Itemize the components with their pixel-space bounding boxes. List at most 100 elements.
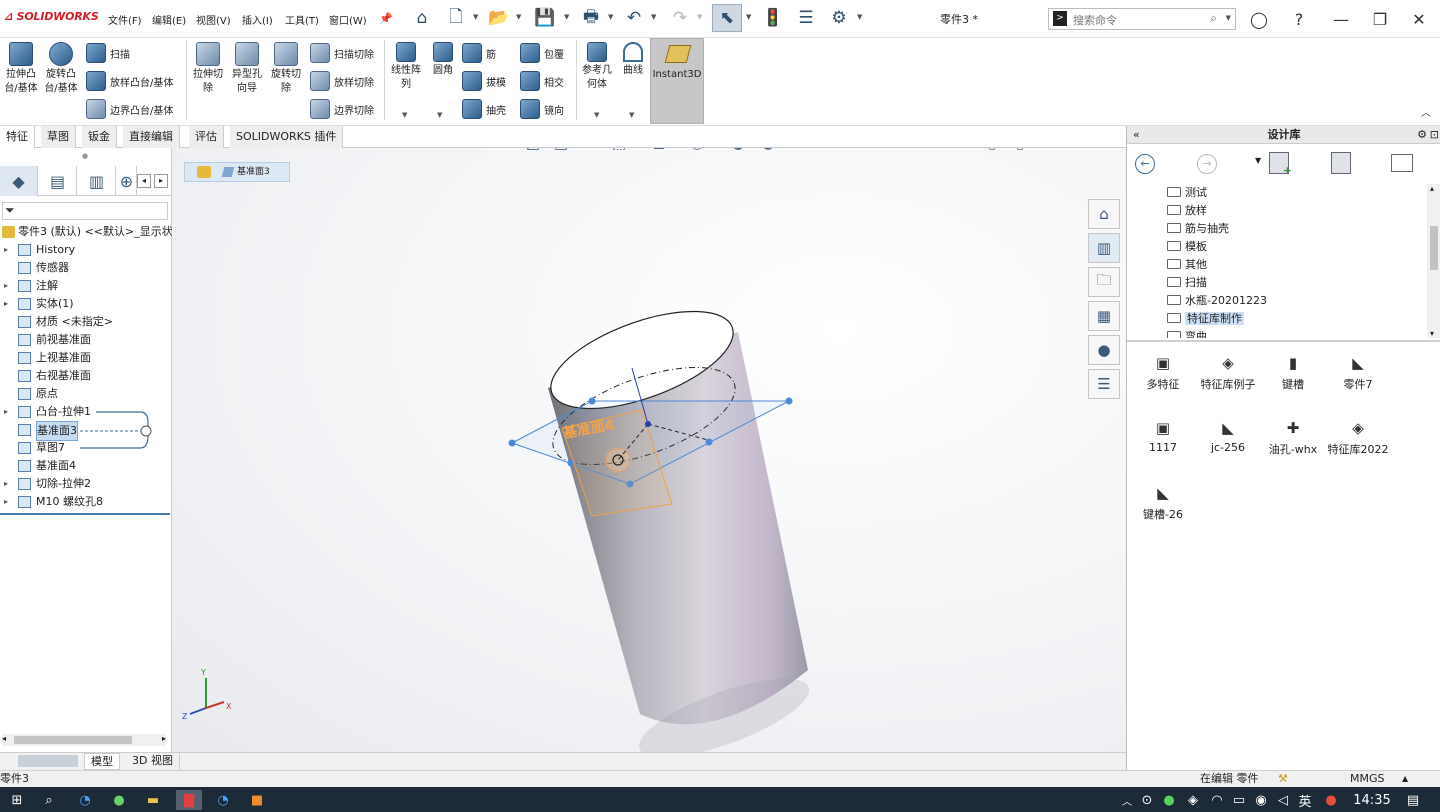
boundary-cut-button[interactable]: 边界切除 bbox=[310, 98, 374, 120]
app-icon-green[interactable]: ● bbox=[108, 790, 130, 810]
tab-sheet-metal[interactable]: 钣金 bbox=[82, 126, 117, 148]
status-units[interactable]: MMGS bbox=[1350, 771, 1385, 787]
revolve-boss-button[interactable]: 旋转凸台/基体 bbox=[42, 42, 80, 96]
undo-icon[interactable]: ↶ bbox=[622, 6, 646, 30]
close-icon[interactable]: ✕ bbox=[1405, 6, 1433, 32]
edge-browser-icon[interactable]: ◔ bbox=[74, 790, 96, 810]
search-icon[interactable]: ⌕ bbox=[1210, 11, 1217, 26]
sweep-button[interactable]: 扫描 bbox=[86, 42, 130, 64]
library-item[interactable]: ◣ 键槽-26 bbox=[1129, 484, 1197, 522]
file-explorer-icon[interactable]: ▬ bbox=[142, 790, 164, 810]
restore-icon[interactable]: ❐ bbox=[1366, 6, 1394, 32]
boundary-boss-button[interactable]: 边界凸台/基体 bbox=[86, 98, 173, 120]
tree-filter-field[interactable]: ⏷ bbox=[2, 202, 168, 220]
pane-splitter[interactable] bbox=[1127, 340, 1440, 342]
wrap-button[interactable]: 包覆 bbox=[520, 42, 564, 64]
file-explorer-icon[interactable]: 🗀 bbox=[1088, 267, 1120, 297]
new-document-icon[interactable]: 🗋 bbox=[444, 6, 468, 30]
property-manager-tab-icon[interactable]: ▤ bbox=[39, 166, 77, 196]
rebuild-traffic-light-icon[interactable]: 🚦 bbox=[761, 6, 785, 30]
pin-icon[interactable]: 📌 bbox=[374, 6, 398, 30]
windows-start-icon[interactable]: ⊞ bbox=[6, 790, 28, 810]
pane-pin-icon[interactable]: ⊡ bbox=[1430, 126, 1439, 144]
tab-addins[interactable]: SOLIDWORKS 插件 bbox=[230, 126, 344, 148]
search-commands-field[interactable]: > 搜索命令 ⌕ ▼ bbox=[1048, 8, 1236, 30]
add-to-library-icon[interactable]: + bbox=[1269, 152, 1292, 177]
design-library-icon[interactable]: ▥ bbox=[1088, 233, 1120, 263]
solidworks-logo[interactable]: ⊿ SOLIDWORKS bbox=[4, 10, 99, 23]
help-icon[interactable]: ? bbox=[1285, 6, 1313, 32]
library-folder[interactable]: 特征库制作 bbox=[1167, 310, 1244, 328]
location-icon[interactable]: ◉ bbox=[1250, 790, 1272, 810]
linear-pattern-button[interactable]: 线性阵列 bbox=[387, 42, 425, 92]
model-canvas[interactable]: 基准面4 Y X Z bbox=[172, 148, 1126, 752]
chevron-down-icon[interactable]: ▼ bbox=[697, 13, 702, 21]
minimize-icon[interactable]: — bbox=[1327, 6, 1355, 32]
mirror-button[interactable]: 镜向 bbox=[520, 98, 564, 120]
extrude-cut-button[interactable]: 拉伸切除 bbox=[189, 42, 227, 96]
tree-item[interactable]: ▸ M10 螺纹孔8 bbox=[0, 493, 170, 511]
chevron-down-icon[interactable]: ▼ bbox=[564, 13, 569, 21]
view-triad[interactable]: Y X Z bbox=[182, 668, 232, 721]
chevron-down-icon[interactable]: ▼ bbox=[857, 13, 862, 21]
draft-button[interactable]: 拔模 bbox=[462, 70, 506, 92]
resources-home-icon[interactable]: ⌂ bbox=[1088, 199, 1120, 229]
wechat-icon[interactable]: ● bbox=[1158, 790, 1180, 810]
graphics-area[interactable]: ⌕ ⌕ ◩ ▣ ⊿ ⬚ ◼ ◉ ● ◒ ▭ ▯ ▯ — ❐ ✕ 基准面3 bbox=[172, 148, 1126, 752]
taskbar-clock[interactable]: 14:35 bbox=[1352, 790, 1392, 810]
file-properties-icon[interactable]: ☰ bbox=[794, 6, 818, 30]
chevron-down-icon[interactable]: ▼ bbox=[608, 13, 613, 21]
custom-properties-icon[interactable]: ☰ bbox=[1088, 369, 1120, 399]
library-item[interactable]: ▣ 1117 bbox=[1129, 419, 1197, 454]
tree-item[interactable]: 右视基准面 bbox=[0, 367, 170, 385]
tray-expand-icon[interactable]: ︿ bbox=[1116, 790, 1138, 810]
chevron-down-icon[interactable]: ▼ bbox=[437, 111, 442, 119]
extrude-boss-button[interactable]: 拉伸凸台/基体 bbox=[2, 42, 40, 96]
library-item[interactable]: ◈ 特征库例子 bbox=[1194, 354, 1262, 392]
loft-button[interactable]: 放样凸台/基体 bbox=[86, 70, 173, 92]
menu-insert[interactable]: 插入(I) bbox=[242, 12, 273, 27]
revolve-cut-button[interactable]: 旋转切除 bbox=[267, 42, 305, 96]
print-icon[interactable]: 🖶 bbox=[579, 6, 603, 30]
tree-item[interactable]: ▸ History bbox=[0, 241, 170, 259]
library-folder[interactable]: 测试 bbox=[1167, 184, 1207, 202]
curves-button[interactable]: 曲线 bbox=[614, 42, 652, 78]
chevron-down-icon[interactable]: ▼ bbox=[516, 13, 521, 21]
collapse-pane-icon[interactable]: « bbox=[1133, 126, 1140, 144]
library-folder[interactable]: 其他 bbox=[1167, 256, 1207, 274]
dimxpert-tab-icon[interactable]: ⊕ bbox=[117, 166, 137, 196]
chevron-down-icon[interactable]: ▼ bbox=[594, 111, 599, 119]
horizontal-scrollbar[interactable]: ◂ ▸ bbox=[2, 734, 166, 746]
tree-item[interactable]: ▸ 实体(1) bbox=[0, 295, 170, 313]
library-item[interactable]: ◣ 零件7 bbox=[1324, 354, 1392, 392]
library-item[interactable]: ▣ 多特征 bbox=[1129, 354, 1197, 392]
tree-item[interactable]: ▸ 切除-拉伸2 bbox=[0, 475, 170, 493]
back-arrow-icon[interactable]: ← bbox=[1135, 154, 1155, 174]
tabs-scroll-left-icon[interactable]: ◂ bbox=[137, 174, 151, 188]
rollback-bar[interactable] bbox=[0, 513, 170, 515]
tab-sketch[interactable]: 草图 bbox=[41, 126, 76, 148]
solidworks-taskbar-icon[interactable]: ▇ bbox=[176, 790, 202, 810]
app-icon-orange[interactable]: ■ bbox=[246, 790, 268, 810]
chevron-down-icon[interactable]: ▼ bbox=[629, 111, 634, 119]
reference-geometry-button[interactable]: 参考几何体 bbox=[578, 42, 616, 92]
tab-model[interactable]: 模型 bbox=[84, 753, 120, 770]
network-icon[interactable]: ⊙ bbox=[1136, 790, 1158, 810]
battery-icon[interactable]: ▭ bbox=[1228, 790, 1250, 810]
library-folder[interactable]: 水瓶-20201223 bbox=[1167, 292, 1267, 310]
scroll-left-icon[interactable]: ◂ bbox=[2, 734, 6, 743]
taskbar-search-icon[interactable]: ⌕ bbox=[38, 790, 60, 810]
tray-app-icon[interactable]: ◈ bbox=[1182, 790, 1204, 810]
menu-view[interactable]: 视图(V) bbox=[196, 12, 231, 27]
instant3d-button[interactable]: Instant3D bbox=[650, 38, 704, 124]
expand-arrow-icon[interactable]: ▸ bbox=[4, 493, 8, 511]
library-folder[interactable]: 弯曲 bbox=[1167, 328, 1207, 338]
library-item[interactable]: ◣ jc-256 bbox=[1194, 419, 1262, 454]
tree-item[interactable]: 原点 bbox=[0, 385, 170, 403]
panel-grip[interactable]: ● bbox=[82, 152, 88, 160]
library-folder[interactable]: 放样 bbox=[1167, 202, 1207, 220]
lofted-cut-button[interactable]: 放样切除 bbox=[310, 70, 374, 92]
rib-button[interactable]: 筋 bbox=[462, 42, 496, 64]
shell-button[interactable]: 抽壳 bbox=[462, 98, 506, 120]
library-folder[interactable]: 模板 bbox=[1167, 238, 1207, 256]
